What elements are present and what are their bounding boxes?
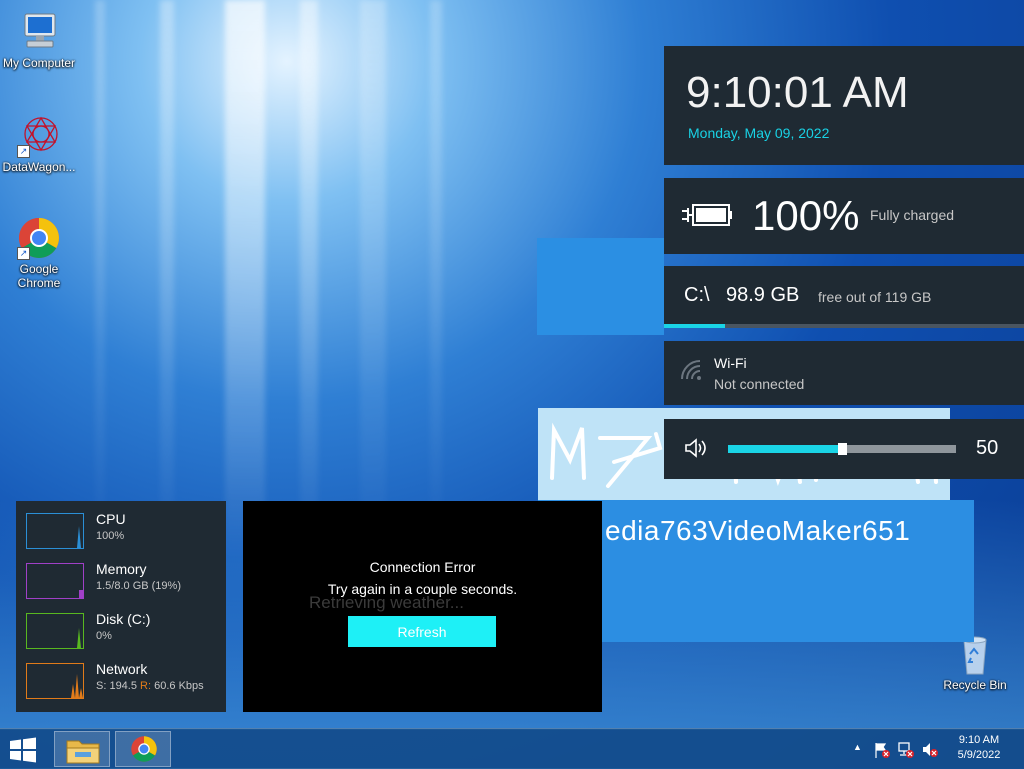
network-receive-label: R: xyxy=(140,680,152,692)
desktop-icon-google-chrome[interactable]: ↗ Google Chrome xyxy=(1,216,77,290)
wifi-icon xyxy=(681,360,701,380)
disk-free-description: free out of 119 GB xyxy=(818,289,932,305)
show-hidden-icons-button[interactable]: ▲ xyxy=(850,729,864,769)
battery-plug-icon xyxy=(682,204,732,226)
desktop-icon-label: My Computer xyxy=(2,56,76,70)
battery-status: Fully charged xyxy=(870,207,955,223)
disk-usage-bar xyxy=(664,324,726,328)
desktop-icon-datawagon[interactable]: ↗ DataWagon... xyxy=(1,114,77,174)
network-graph xyxy=(26,663,84,699)
volume-tray[interactable] xyxy=(920,729,940,769)
monitor-value: 100% xyxy=(96,530,125,542)
desktop-icon-label: Google Chrome xyxy=(17,262,61,290)
refresh-button[interactable]: Refresh xyxy=(348,616,496,647)
desktop-icon-label: Recycle Bin xyxy=(943,678,1007,692)
shortcut-arrow-icon: ↗ xyxy=(17,247,30,260)
taskbar-google-chrome[interactable] xyxy=(115,731,171,767)
disk-widget[interactable]: C:\ 98.9 GB free out of 119 GB xyxy=(664,266,1024,328)
video-maker-panel xyxy=(537,238,664,335)
desktop-icon-label: DataWagon... xyxy=(2,160,76,174)
monitor-label: Disk (C:) xyxy=(96,611,151,627)
clock-date: Monday, May 09, 2022 xyxy=(688,125,830,141)
folder-icon xyxy=(66,740,100,764)
network-send-value: S: 194.5 xyxy=(96,680,141,692)
volume-slider-fill xyxy=(728,445,842,453)
monitor-label: Memory xyxy=(96,561,147,577)
monitor-row-disk: Disk (C:) 0% xyxy=(16,601,226,649)
clock-time: 9:10:01 AM xyxy=(686,68,909,117)
speaker-muted-icon xyxy=(923,743,938,757)
wifi-widget[interactable]: Wi-Fi Not connected xyxy=(664,341,1024,405)
chrome-icon xyxy=(131,736,157,762)
monitor-label: CPU xyxy=(96,511,126,527)
taskbar-time: 9:10 AM xyxy=(958,734,1000,746)
volume-widget[interactable]: 50 xyxy=(664,419,1024,479)
taskbar: ▲ 9:10 AM 5/9/2022 xyxy=(0,728,1024,769)
volume-value: 50 xyxy=(976,437,999,459)
monitor-row-cpu: CPU 100% xyxy=(16,501,226,549)
computer-icon xyxy=(17,10,61,54)
monitor-row-network: Network S: 194.5 R: 60.6 Kbps xyxy=(16,651,226,699)
system-monitor-widget[interactable]: CPU 100% Memory 1.5/8.0 GB (19%) Disk (C… xyxy=(16,501,226,712)
monitor-label: Network xyxy=(96,661,148,677)
memory-graph xyxy=(26,563,84,599)
shortcut-arrow-icon: ↗ xyxy=(17,145,30,158)
disk-free-size: 98.9 GB xyxy=(726,284,800,306)
monitor-row-memory: Memory 1.5/8.0 GB (19%) xyxy=(16,551,226,599)
battery-widget[interactable]: 100% Fully charged xyxy=(664,178,1024,254)
flag-alert-icon xyxy=(875,743,890,758)
taskbar-file-explorer[interactable] xyxy=(54,731,110,767)
chevron-up-icon: ▲ xyxy=(853,742,862,752)
taskbar-date: 5/9/2022 xyxy=(957,749,1001,761)
monitor-value: S: 194.5 R: 60.6 Kbps xyxy=(96,680,204,692)
taskbar-clock[interactable]: 9:10 AM 5/9/2022 xyxy=(946,733,1012,763)
wifi-status: Not connected xyxy=(714,376,805,392)
cpu-graph xyxy=(26,513,84,549)
desktop-icon-my-computer[interactable]: My Computer xyxy=(1,10,77,70)
start-button[interactable] xyxy=(8,737,38,763)
windows-logo-icon xyxy=(10,737,36,763)
monitor-value: 1.5/8.0 GB (19%) xyxy=(96,580,181,592)
clock-widget[interactable]: 9:10:01 AM Monday, May 09, 2022 xyxy=(664,46,1024,165)
chrome-icon: ↗ xyxy=(17,216,61,260)
video-maker-title: edia763VideoMaker651 xyxy=(605,515,911,546)
monitor-value: 0% xyxy=(96,630,112,642)
datawagon-icon: ↗ xyxy=(17,114,61,158)
battery-percent: 100% xyxy=(752,192,860,239)
volume-slider-thumb[interactable] xyxy=(838,443,847,455)
speaker-icon[interactable] xyxy=(684,438,708,458)
network-disconnected-icon xyxy=(898,742,914,758)
network-receive-value: 60.6 Kbps xyxy=(151,680,204,692)
volume-slider[interactable] xyxy=(728,443,956,455)
disk-graph xyxy=(26,613,84,649)
error-title: Connection Error xyxy=(369,559,476,575)
action-center-tray[interactable] xyxy=(872,729,892,769)
wifi-network-name: Wi-Fi xyxy=(714,355,747,371)
disk-drive-label: C:\ xyxy=(684,284,710,306)
network-tray[interactable] xyxy=(896,729,916,769)
weather-widget: Retrieving weather... Connection Error T… xyxy=(243,501,602,712)
error-message: Try again in a couple seconds. xyxy=(327,581,518,597)
